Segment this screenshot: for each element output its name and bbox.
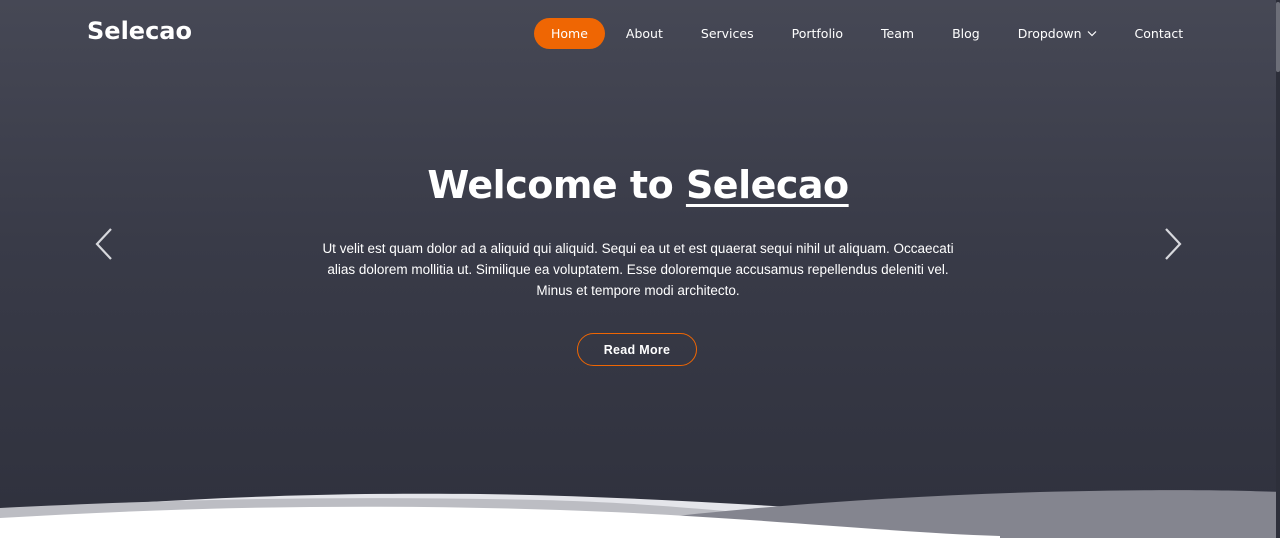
read-more-button[interactable]: Read More bbox=[577, 333, 697, 366]
nav-item-blog[interactable]: Blog bbox=[935, 18, 997, 49]
hero-title: Welcome to Selecao bbox=[0, 163, 1276, 207]
nav-item-home[interactable]: Home bbox=[534, 18, 605, 49]
nav-item-portfolio[interactable]: Portfolio bbox=[775, 18, 860, 49]
nav-item-contact[interactable]: Contact bbox=[1118, 18, 1201, 49]
page-scrollbar[interactable] bbox=[1276, 0, 1280, 538]
hero-title-brand: Selecao bbox=[685, 163, 849, 207]
nav-item-dropdown[interactable]: Dropdown bbox=[1001, 18, 1114, 49]
site-logo[interactable]: Selecao bbox=[87, 17, 192, 45]
nav-item-about[interactable]: About bbox=[609, 18, 680, 49]
nav-item-dropdown-label: Dropdown bbox=[1017, 26, 1082, 41]
hero-description: Ut velit est quam dolor ad a aliquid qui… bbox=[322, 241, 954, 298]
scrollbar-thumb[interactable] bbox=[1276, 2, 1280, 72]
chevron-right-icon[interactable] bbox=[1157, 224, 1187, 264]
main-nav: Home About Services Portfolio Team Blog … bbox=[534, 18, 1204, 49]
site-header: Selecao Home About Services Portfolio Te… bbox=[0, 0, 1280, 68]
chevron-down-icon bbox=[1087, 31, 1096, 37]
hero-waves bbox=[0, 490, 1280, 538]
nav-item-services[interactable]: Services bbox=[684, 18, 771, 49]
chevron-left-icon[interactable] bbox=[90, 224, 120, 264]
nav-item-team[interactable]: Team bbox=[864, 18, 931, 49]
hero-title-prefix: Welcome to bbox=[427, 163, 674, 207]
hero-section: Selecao Home About Services Portfolio Te… bbox=[0, 0, 1280, 538]
